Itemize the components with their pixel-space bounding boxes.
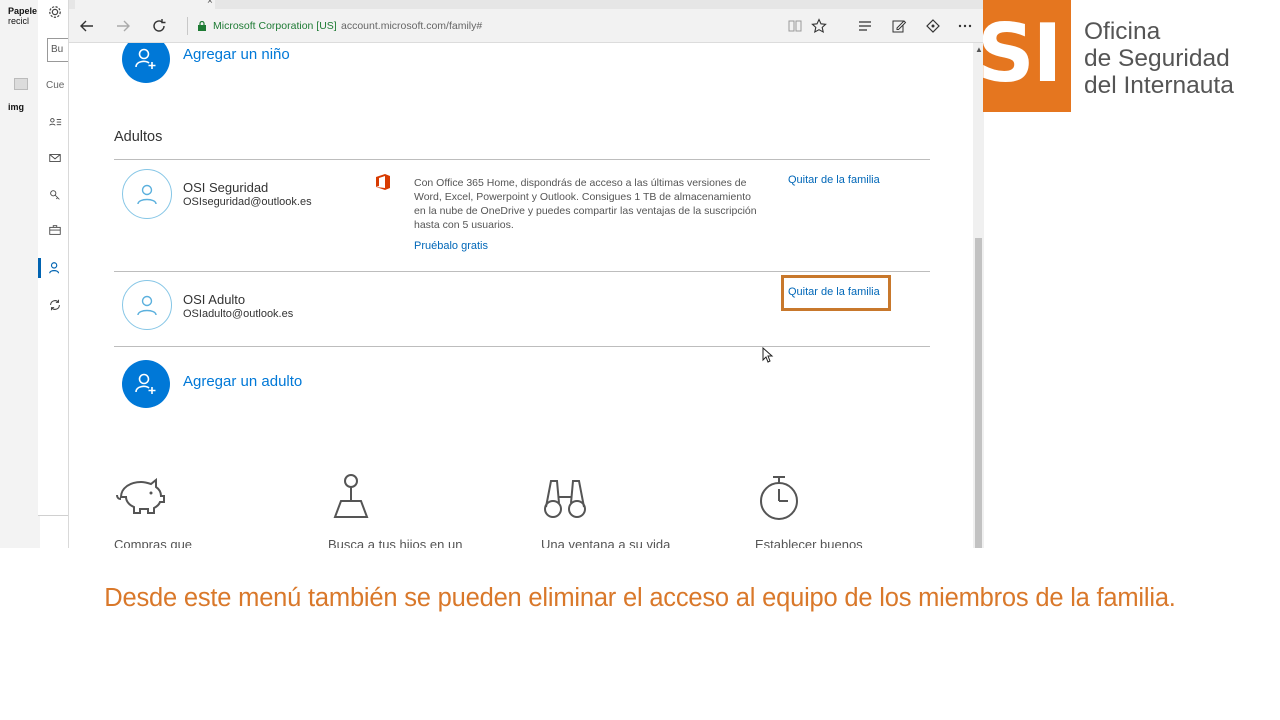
divider (114, 159, 930, 160)
settings-section-label: Cue (46, 80, 65, 91)
map-pin-icon (333, 474, 369, 518)
sync-icon[interactable] (47, 297, 63, 313)
add-child-link[interactable]: Agregar un niño (183, 46, 290, 63)
browser-window: × Microsoft Corporation [US] account.mic… (68, 0, 984, 548)
remove-from-family-link[interactable]: Quitar de la familia (788, 174, 880, 186)
settings-icon[interactable] (47, 4, 63, 20)
settings-sidebar: Bu Cue (38, 0, 70, 516)
feature-label: Busca a tus hijos en un (328, 537, 463, 548)
video-frame: Papele recicl img Bu Cue × Microsoft Cor… (0, 0, 1280, 720)
member-avatar (122, 169, 172, 219)
divider (114, 346, 930, 347)
scroll-up-arrow[interactable]: ▲ (975, 45, 983, 54)
close-tab-icon[interactable]: × (207, 0, 213, 7)
key-icon[interactable] (47, 187, 63, 203)
recycle-bin-label[interactable]: Papele (8, 6, 37, 16)
mouse-cursor (762, 347, 774, 363)
adults-heading: Adultos (114, 129, 163, 145)
browser-title-bar: × (69, 0, 984, 9)
family-page-content: Agregar un niño Adultos OSI Seguridad OS… (69, 43, 973, 548)
logo-letters: SI (983, 7, 1062, 100)
site-identity[interactable]: Microsoft Corporation [US] (213, 20, 337, 32)
back-icon[interactable] (75, 14, 99, 38)
office-icon (376, 174, 390, 190)
office-promo-text: Con Office 365 Home, dispondrás de acces… (414, 177, 757, 231)
refresh-icon[interactable] (147, 14, 171, 38)
feature-label: Compras que (114, 537, 193, 548)
hub-icon[interactable] (853, 14, 877, 38)
reading-view-icon[interactable] (783, 14, 807, 38)
browser-toolbar: Microsoft Corporation [US] account.micro… (69, 9, 984, 43)
member-email: OSIadulto@outlook.es (183, 308, 294, 320)
share-icon[interactable] (921, 14, 945, 38)
add-person-icon (135, 373, 156, 394)
recycle-bin-sublabel: recicl (8, 16, 30, 26)
person-icon (137, 184, 157, 205)
settings-search-input[interactable]: Bu (47, 38, 69, 62)
desktop-file-label: img (8, 102, 25, 112)
member-name: OSI Seguridad (183, 180, 269, 195)
favorite-star-icon[interactable] (807, 14, 831, 38)
try-free-link[interactable]: Pruébalo gratis (414, 240, 488, 252)
binoculars-icon (544, 480, 586, 518)
mail-icon[interactable] (47, 150, 63, 166)
address-bar-url[interactable]: account.microsoft.com/family# (341, 20, 482, 32)
feature-label: Una ventana a su vida (541, 537, 671, 548)
divider (114, 271, 930, 272)
web-note-icon[interactable] (887, 14, 911, 38)
account-info-icon[interactable] (47, 114, 63, 130)
logo-line: de Seguridad (1084, 45, 1230, 72)
member-name: OSI Adulto (183, 292, 246, 307)
browser-tab[interactable]: × (75, 0, 215, 9)
video-caption: Desde este menú también se pueden elimin… (104, 584, 1176, 612)
osi-logo-mark: SI (983, 0, 1071, 112)
desktop-file-icon[interactable] (14, 78, 28, 90)
forward-icon[interactable] (111, 14, 135, 38)
more-options-icon[interactable] (953, 14, 977, 38)
add-adult-button[interactable] (122, 360, 170, 408)
piggy-bank-icon (116, 477, 165, 514)
lock-icon (198, 21, 206, 31)
desktop-strip: Papele recicl img (0, 0, 40, 548)
scrollbar[interactable]: ▲ (973, 43, 984, 548)
member-avatar (122, 280, 172, 330)
active-nav-indicator (38, 258, 41, 278)
address-bar-separator (187, 17, 188, 35)
person-icon (137, 295, 157, 316)
family-icon[interactable] (47, 260, 63, 276)
logo-line: Oficina (1084, 18, 1161, 45)
logo-line: del Internauta (1084, 72, 1234, 99)
osi-logo-text: Oficina de Seguridad del Internauta (1084, 18, 1234, 99)
feature-label: Establecer buenos (755, 537, 863, 548)
highlight-box (781, 275, 891, 311)
add-adult-link[interactable]: Agregar un adulto (183, 373, 302, 390)
stopwatch-icon (760, 476, 798, 520)
add-person-icon (135, 48, 156, 69)
scrollbar-thumb[interactable] (975, 238, 982, 548)
add-child-button[interactable] (122, 43, 170, 83)
work-icon[interactable] (47, 222, 63, 238)
member-email: OSIseguridad@outlook.es (183, 196, 312, 208)
